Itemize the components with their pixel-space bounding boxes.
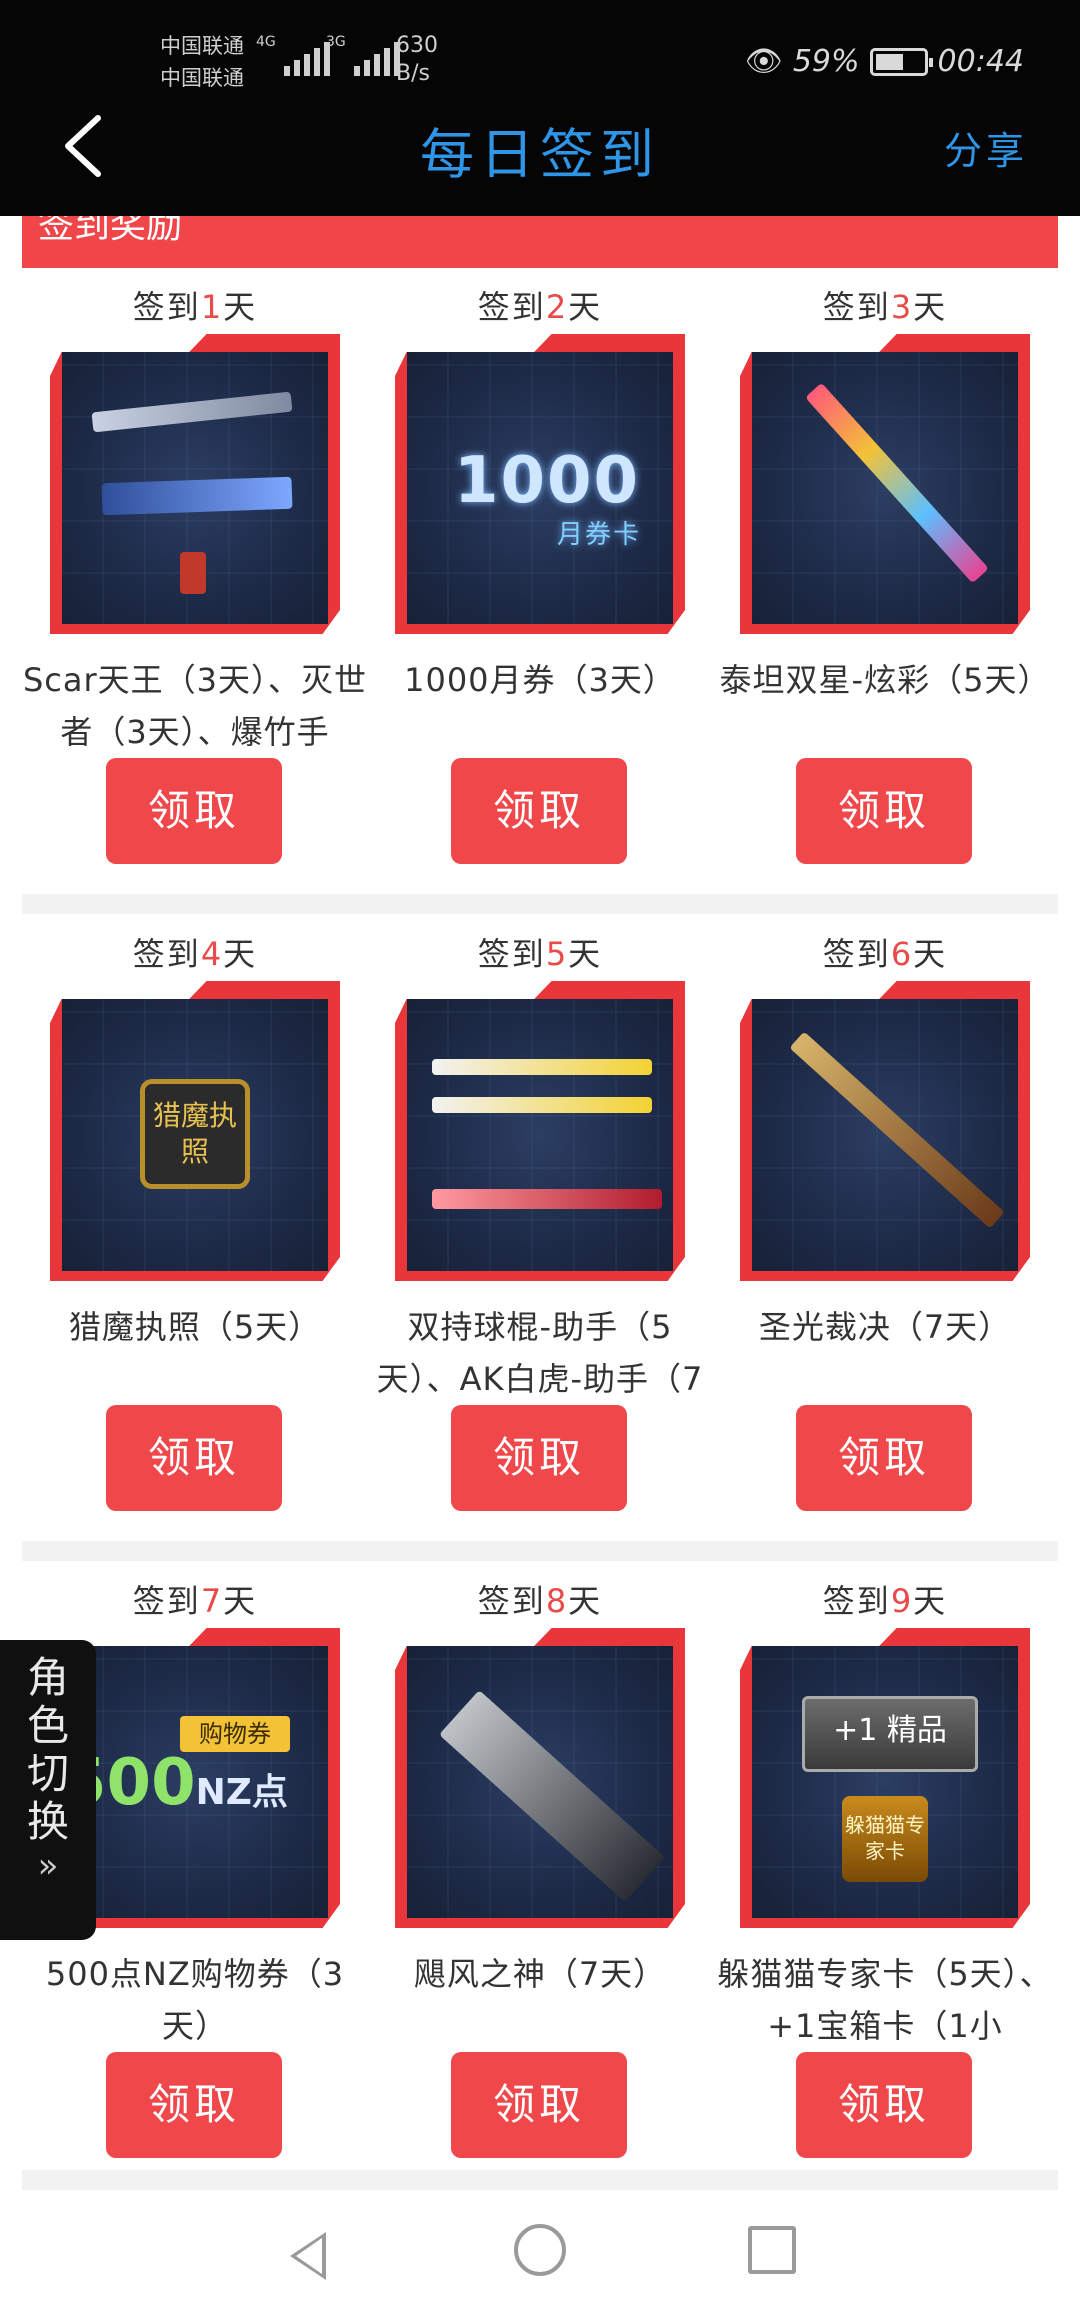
nav-home-icon[interactable] xyxy=(514,2224,566,2276)
role-switch-label: 角色切换 xyxy=(26,1653,69,1846)
eye-icon: 👁 xyxy=(744,44,783,79)
reward-image xyxy=(395,1628,685,1928)
network-type-1: 4G xyxy=(256,34,276,50)
day-label: 签到3天 xyxy=(822,288,948,326)
network-type-2: 3G xyxy=(326,34,346,50)
row-separator xyxy=(22,894,1058,914)
reward-cell-day-2: 签到2天 1000 月券卡 1000月券（3天） 领取 xyxy=(367,282,713,882)
day-label: 签到7天 xyxy=(132,1582,258,1620)
page-title: 每日签到 xyxy=(420,123,660,186)
reward-cell-day-4: 签到4天猎魔执照猎魔执照（5天） 领取 xyxy=(22,929,368,1529)
reward-image xyxy=(395,981,685,1281)
nav-recent-icon[interactable] xyxy=(748,2226,796,2274)
signal-icon-2: 3G xyxy=(326,34,400,76)
reward-cell-day-1: 签到1天 Scar天王（3天）、灭世者（3天）、爆竹手 领取 xyxy=(22,282,368,882)
reward-image: 猎魔执照 xyxy=(50,981,340,1281)
reward-cell-day-5: 签到5天双持球棍-助手（5天）、AK白虎-助手（7 领取 xyxy=(367,929,713,1529)
day-label: 签到2天 xyxy=(477,288,603,326)
status-right: 👁 59% 00:44 xyxy=(745,44,1024,79)
day-label: 签到8天 xyxy=(477,1582,603,1620)
reward-image xyxy=(50,334,340,634)
status-bar: 中国联通 中国联通 4G 3G 630 B/s 👁 59% 00:44 xyxy=(0,0,1080,126)
double-chevron-icon: » xyxy=(37,1846,59,1886)
day-label: 签到6天 xyxy=(822,935,948,973)
reward-image: +1 精品 躲猫猫专家卡 xyxy=(740,1628,1030,1928)
reward-cell-day-6: 签到6天圣光裁决（7天） 领取 xyxy=(712,929,1058,1529)
claim-button[interactable]: 领取 xyxy=(106,758,282,864)
reward-cell-day-9: 签到9天 +1 精品 躲猫猫专家卡躲猫猫专家卡（5天）、+1宝箱卡（1小 领取 xyxy=(712,1576,1058,2176)
reward-name: 1000月券（3天） xyxy=(404,661,676,699)
reward-name: 泰坦双星-炫彩（5天） xyxy=(719,661,1051,699)
reward-name: 圣光裁决（7天） xyxy=(758,1308,1012,1346)
share-button[interactable]: 分享 xyxy=(944,120,1028,175)
reward-name: 猎魔执照（5天） xyxy=(68,1308,322,1346)
claim-button[interactable]: 领取 xyxy=(106,2052,282,2158)
clock: 00:44 xyxy=(937,44,1024,79)
day-label: 签到9天 xyxy=(822,1582,948,1620)
reward-cell-day-8: 签到8天飓风之神（7天） 领取 xyxy=(367,1576,713,2176)
claim-button[interactable]: 领取 xyxy=(796,1405,972,1511)
role-switch-tab[interactable]: 角色切换 » xyxy=(0,1640,96,1940)
battery-icon xyxy=(869,47,933,76)
section-title: 签到奖励 xyxy=(38,216,183,246)
carrier-1: 中国联通 xyxy=(160,34,244,58)
carrier-names: 中国联通 中国联通 xyxy=(160,30,244,94)
reward-name: 500点NZ购物券（3天） xyxy=(45,1955,345,2045)
reward-image: 1000 月券卡 xyxy=(395,334,685,634)
reward-name: 飓风之神（7天） xyxy=(413,1955,667,1993)
signal-icon-1: 4G xyxy=(256,34,330,76)
network-speed: 630 B/s xyxy=(396,33,438,86)
claim-button[interactable]: 领取 xyxy=(451,758,627,864)
day-label: 签到4天 xyxy=(132,935,258,973)
claim-button[interactable]: 领取 xyxy=(451,2052,627,2158)
carrier-2: 中国联通 xyxy=(160,66,244,90)
battery-percent: 59% xyxy=(792,44,860,79)
row-separator xyxy=(22,2170,1058,2190)
reward-image xyxy=(740,981,1030,1281)
reward-name: 双持球棍-助手（5天）、AK白虎-助手（7 xyxy=(376,1308,704,1398)
reward-name: Scar天王（3天）、灭世者（3天）、爆竹手 xyxy=(22,661,368,751)
claim-button[interactable]: 领取 xyxy=(796,2052,972,2158)
reward-image xyxy=(740,334,1030,634)
day-label: 签到1天 xyxy=(132,288,258,326)
reward-name: 躲猫猫专家卡（5天）、+1宝箱卡（1小 xyxy=(717,1955,1053,2045)
row-separator xyxy=(22,1541,1058,1561)
claim-button[interactable]: 领取 xyxy=(451,1405,627,1511)
nav-back-icon[interactable] xyxy=(290,2232,326,2280)
reward-cell-day-3: 签到3天泰坦双星-炫彩（5天） 领取 xyxy=(712,282,1058,882)
day-label: 签到5天 xyxy=(477,935,603,973)
claim-button[interactable]: 领取 xyxy=(106,1405,282,1511)
section-title-bar: 签到奖励 xyxy=(22,216,1058,268)
claim-button[interactable]: 领取 xyxy=(796,758,972,864)
